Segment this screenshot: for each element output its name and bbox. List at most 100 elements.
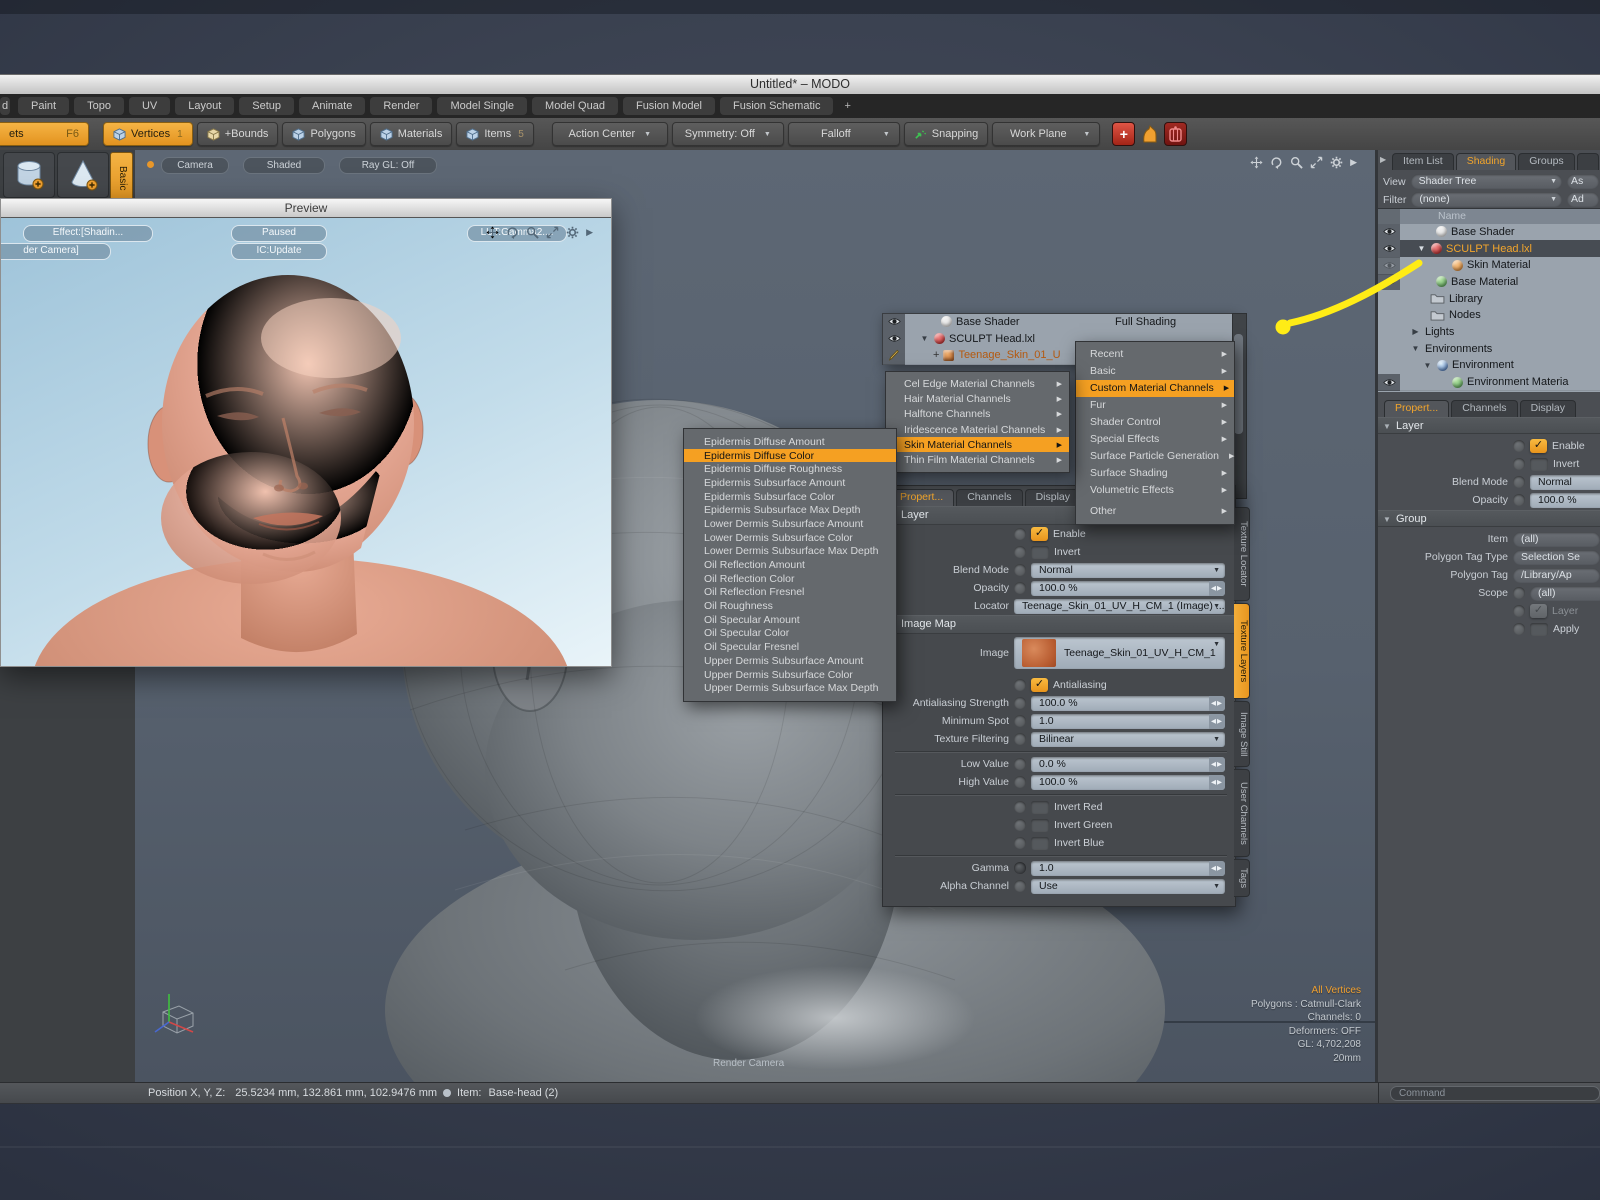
zoom-icon[interactable] <box>1290 156 1303 169</box>
tab-properties[interactable]: Propert... <box>889 489 955 506</box>
channel-dot[interactable] <box>1014 715 1026 727</box>
stepper-icon[interactable]: ◀▶ <box>1209 580 1225 596</box>
invert-red-checkbox[interactable] <box>1031 800 1049 814</box>
maximize-icon[interactable] <box>1310 156 1323 169</box>
channel-dot[interactable] <box>1513 458 1525 470</box>
rotate-icon[interactable] <box>506 226 519 239</box>
menu-item[interactable]: Epidermis Subsurface Color <box>684 490 896 504</box>
visibility-eye-icon[interactable] <box>887 317 901 326</box>
minimum-spot-field[interactable]: 1.0 ◀▶ <box>1031 713 1225 729</box>
menu-item[interactable]: Oil Reflection Color <box>684 572 896 586</box>
visibility-eye-icon[interactable] <box>1382 277 1396 286</box>
tab-texture-layers[interactable]: Texture Layers <box>1234 603 1250 699</box>
action-center-dropdown[interactable]: Action Center ▼ <box>551 122 668 146</box>
tab-display[interactable]: Display <box>1519 400 1576 417</box>
tree-row-environments[interactable]: ▼ Environments <box>1378 340 1600 358</box>
channel-dot[interactable] <box>1014 776 1026 788</box>
menu-item[interactable]: Oil Roughness <box>684 599 896 613</box>
collapse-arrow-icon[interactable]: ▶ <box>1380 155 1386 164</box>
channel-dot[interactable] <box>1014 819 1026 831</box>
menu-item[interactable]: Epidermis Diffuse Color <box>684 448 896 463</box>
pan-icon[interactable] <box>1250 156 1263 169</box>
menu-item[interactable]: Oil Specular Color <box>684 627 896 641</box>
tree-row-lights[interactable]: ▶ Lights <box>1378 323 1600 342</box>
channel-dot[interactable] <box>1513 476 1525 488</box>
invert-checkbox[interactable] <box>1530 457 1548 471</box>
channel-dot[interactable] <box>1014 697 1026 709</box>
blend-mode-dropdown[interactable]: Normal ▼ <box>1031 562 1225 578</box>
menu-item[interactable]: Thin Film Material Channels ▶ <box>886 452 1069 467</box>
basic-tab-vertical[interactable]: Basic <box>110 152 133 204</box>
menu-item[interactable]: Halftone Channels ▶ <box>886 407 1069 422</box>
menu-item[interactable]: Epidermis Subsurface Amount <box>684 476 896 490</box>
tab-channels[interactable]: Channels <box>956 489 1023 506</box>
menu-item[interactable]: Epidermis Diffuse Amount <box>684 435 896 449</box>
menu-item[interactable]: Lower Dermis Subsurface Max Depth <box>684 545 896 559</box>
layout-tab[interactable]: Layout <box>175 97 235 115</box>
image-dropdown[interactable]: Teenage_Skin_01_UV_H_CM_1 ▼ <box>1014 637 1225 669</box>
channel-dot[interactable] <box>1014 733 1026 745</box>
tab-user-channels[interactable]: User Channels <box>1234 769 1250 857</box>
tree-row-base-shader[interactable]: Base Shader Full Shading <box>883 313 1233 332</box>
polygon-tag-dropdown[interactable]: /Library/Ap <box>1513 567 1600 583</box>
menu-item[interactable]: Surface Particle Generation ▶ <box>1076 447 1234 464</box>
opacity-field[interactable]: 100.0 % ◀▶ <box>1031 580 1225 596</box>
channel-dot[interactable] <box>1513 440 1525 452</box>
visibility-eye-icon[interactable] <box>1382 378 1396 387</box>
enable-checkbox[interactable]: ✓ <box>1530 439 1547 453</box>
layout-tab[interactable]: Paint <box>18 97 70 115</box>
rotate-icon[interactable] <box>1270 156 1283 169</box>
zoom-icon[interactable] <box>526 226 539 239</box>
channel-dot[interactable] <box>1014 880 1026 892</box>
enable-checkbox[interactable]: ✓ <box>1031 527 1048 541</box>
channel-dot-active[interactable] <box>1014 862 1026 874</box>
menu-item[interactable]: Oil Reflection Amount <box>684 558 896 572</box>
tab-groups[interactable]: Groups <box>1518 153 1575 170</box>
menu-item[interactable]: Custom Material Channels ▶ <box>1076 379 1234 397</box>
preview-paused-button[interactable]: Paused <box>231 225 327 242</box>
add-item-button[interactable]: + <box>1112 122 1136 146</box>
panel-expand-arrow-icon[interactable]: ▶ <box>1350 157 1357 168</box>
antialiasing-checkbox[interactable]: ✓ <box>1031 678 1048 692</box>
visibility-eye-icon[interactable] <box>887 334 901 343</box>
menu-item[interactable]: Oil Specular Amount <box>684 613 896 627</box>
section-layer[interactable]: ▼ Layer <box>1378 417 1600 434</box>
menu-item[interactable]: Upper Dermis Subsurface Color <box>684 668 896 682</box>
polygon-tag-type-dropdown[interactable]: Selection Se <box>1513 549 1600 565</box>
menu-item[interactable]: Volumetric Effects ▶ <box>1076 481 1234 498</box>
layout-tab[interactable]: Animate <box>299 97 366 115</box>
menu-item[interactable]: Oil Specular Fresnel <box>684 640 896 654</box>
orange-horse-icon[interactable] <box>1139 123 1160 145</box>
section-image-map[interactable]: Image Map <box>883 615 1235 634</box>
tree-row-library[interactable]: Library <box>1378 290 1600 308</box>
window-title-bar[interactable]: Untitled* – MODO <box>0 74 1600 95</box>
menu-item[interactable]: Lower Dermis Subsurface Color <box>684 531 896 545</box>
viewport-shaded-button[interactable]: Shaded <box>243 157 325 174</box>
alpha-channel-dropdown[interactable]: Use ▼ <box>1031 878 1225 894</box>
texture-filtering-dropdown[interactable]: Bilinear ▼ <box>1031 731 1225 747</box>
antialiasing-strength-field[interactable]: 100.0 % ◀▶ <box>1031 695 1225 711</box>
channel-dot[interactable] <box>1014 801 1026 813</box>
filter-extra-button[interactable]: Ad <box>1567 192 1599 207</box>
menu-item[interactable]: Oil Reflection Fresnel <box>684 586 896 600</box>
items-mode-button[interactable]: Items 5 <box>456 122 534 146</box>
stepper-icon[interactable]: ◀▶ <box>1209 860 1225 876</box>
invert-blue-checkbox[interactable] <box>1031 836 1049 850</box>
section-group[interactable]: ▼ Group <box>1378 510 1600 527</box>
menu-item[interactable]: Basic ▶ <box>1076 363 1234 380</box>
cylinder-tool-button[interactable] <box>3 152 55 198</box>
menu-item[interactable]: Surface Shading ▶ <box>1076 464 1234 481</box>
tree-row-base-shader[interactable]: Base Shader <box>1378 223 1600 242</box>
work-plane-dropdown[interactable]: Work Plane ▼ <box>992 122 1101 146</box>
layout-tab[interactable]: Topo <box>74 97 124 115</box>
preview-ic-update-button[interactable]: IC:Update <box>231 243 327 260</box>
snapping-button[interactable]: Snapping <box>903 122 989 146</box>
menu-item[interactable]: Upper Dermis Subsurface Max Depth <box>684 681 896 695</box>
channel-dot[interactable] <box>1513 605 1525 617</box>
symmetry-dropdown[interactable]: Symmetry: Off ▼ <box>671 122 784 146</box>
add-layer-button[interactable]: As <box>1567 174 1599 189</box>
layout-tab[interactable]: UV <box>128 97 171 115</box>
channel-dot[interactable] <box>1513 587 1525 599</box>
visibility-eye-icon[interactable] <box>1382 227 1396 236</box>
stepper-icon[interactable]: ◀▶ <box>1209 695 1225 711</box>
